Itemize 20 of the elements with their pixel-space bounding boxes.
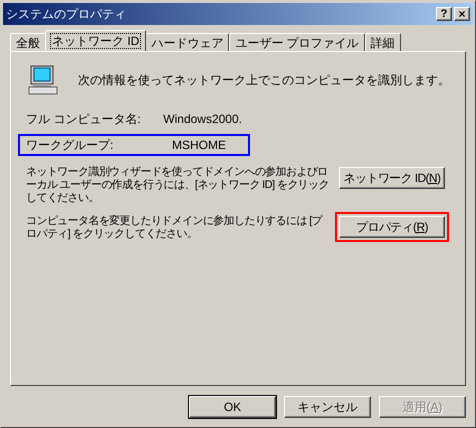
tab[interactable]: ネットワーク ID xyxy=(45,30,146,51)
field-label: ワークグループ: xyxy=(26,137,114,154)
instruction-text: ネットワーク識別ウィザードを使ってドメインへの参加およびローカル ユーザーの作成を行うには、[ネットワーク ID] をクリックしてください。 xyxy=(26,166,330,205)
window-title: システムのプロパティ xyxy=(6,6,127,23)
dialog-button[interactable]: OK xyxy=(189,396,276,418)
instruction-text: コンピュータ名を変更したりドメインに参加したりするには [プロパティ] をクリックしてください。 xyxy=(26,215,324,241)
help-button[interactable]: ? xyxy=(436,7,452,21)
field-value: MSHOME xyxy=(172,137,226,154)
field-value: Windows2000. xyxy=(163,111,242,128)
tab[interactable]: ハードウェア xyxy=(145,33,230,51)
tab[interactable]: 全般 xyxy=(10,33,46,51)
computer-icon xyxy=(28,64,60,96)
dialog-button[interactable]: キャンセル xyxy=(284,396,371,418)
field-label: フル コンピュータ名: xyxy=(26,111,142,128)
tab[interactable]: 詳細 xyxy=(364,33,401,51)
action-button[interactable]: プロパティ(R) xyxy=(339,216,445,238)
action-button[interactable]: ネットワーク ID(N) xyxy=(339,167,445,189)
tab[interactable]: ユーザー プロファイル xyxy=(229,33,365,51)
intro-text: 次の情報を使ってネットワーク上でこのコンピュータを識別します。 xyxy=(78,72,450,89)
close-button[interactable]: × xyxy=(454,7,470,21)
